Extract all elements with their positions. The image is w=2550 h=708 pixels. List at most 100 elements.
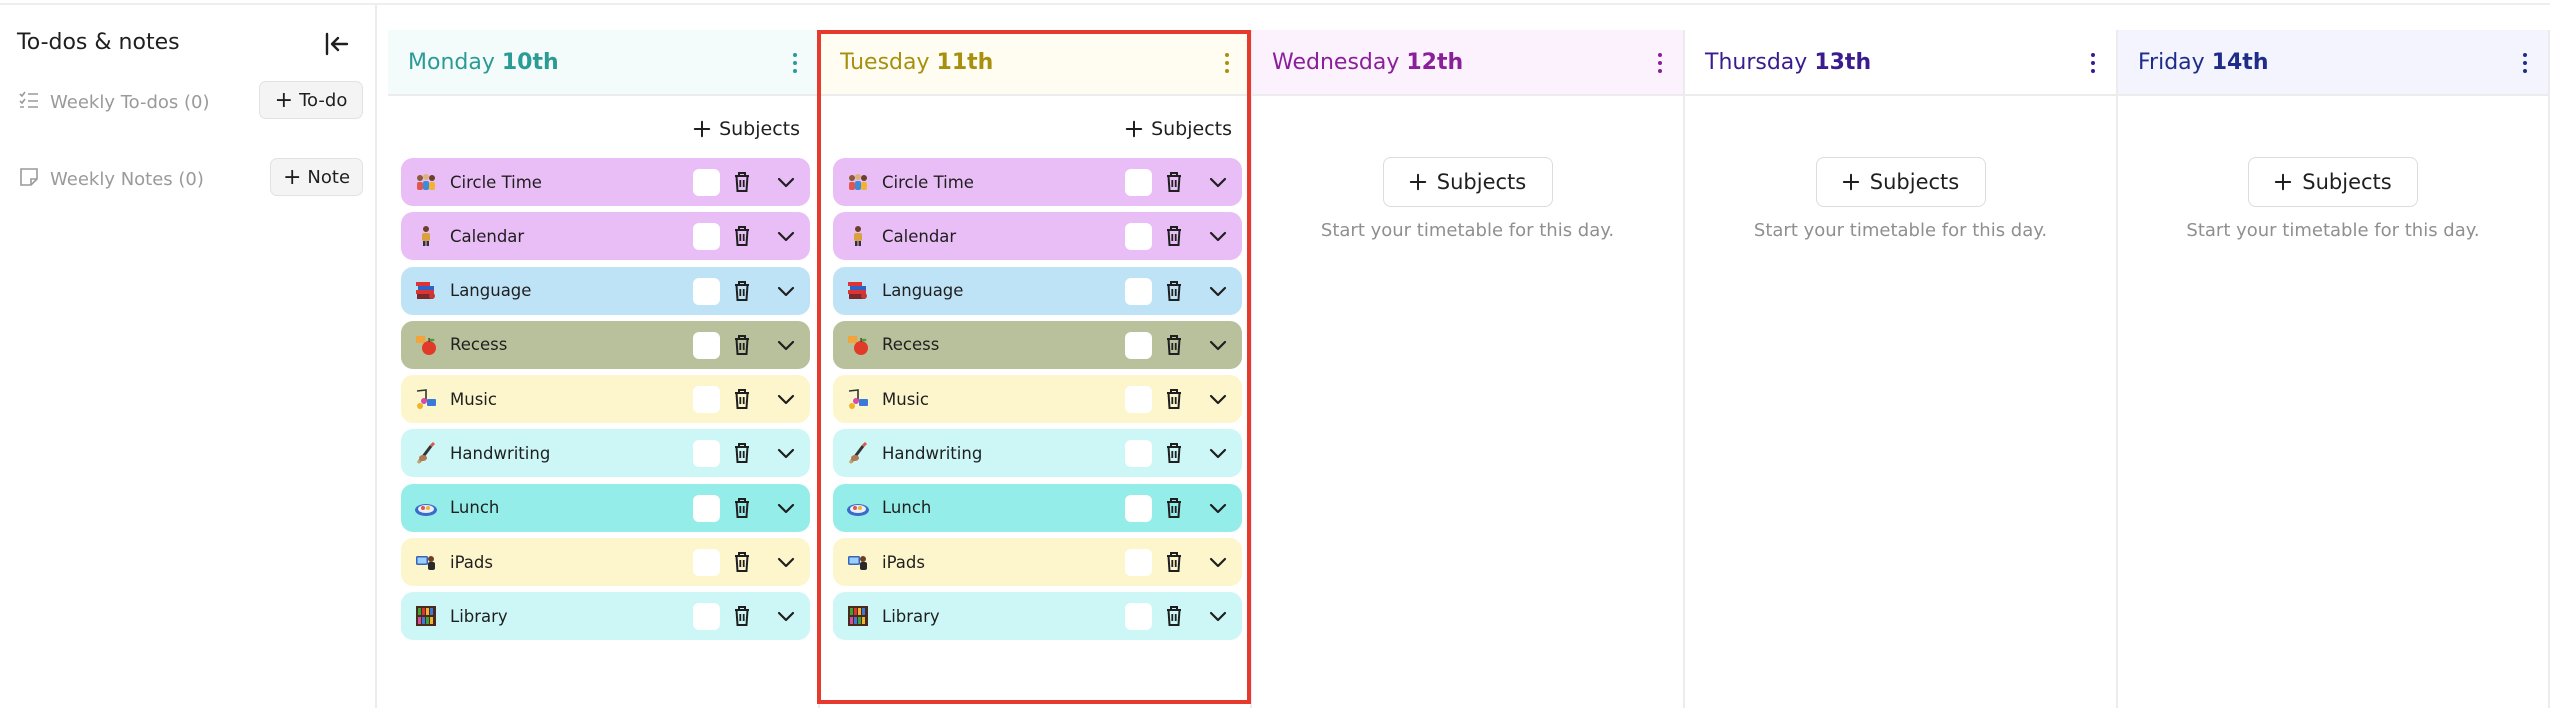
more-options-icon[interactable] [1218, 48, 1236, 78]
chevron-down-icon[interactable] [1207, 605, 1229, 627]
add-subjects-button[interactable]: Subjects [1815, 157, 1986, 207]
subject-row[interactable]: iPads [401, 538, 810, 587]
subject-row[interactable]: Library [401, 592, 810, 641]
subject-label: Library [450, 606, 508, 626]
music-instruments-icon [846, 387, 870, 411]
trash-icon[interactable] [731, 333, 753, 357]
subject-row[interactable]: Library [833, 592, 1242, 641]
add-subjects-label: Subjects [2302, 170, 2392, 194]
subject-checkbox[interactable] [1125, 169, 1152, 196]
day-header: Monday 10th [388, 30, 818, 96]
trash-icon[interactable] [731, 170, 753, 194]
chevron-down-icon[interactable] [1207, 171, 1229, 193]
chevron-down-icon[interactable] [775, 171, 797, 193]
subject-label: Music [450, 389, 497, 409]
add-note-button[interactable]: + Note [270, 158, 363, 196]
subject-row[interactable]: Calendar [833, 212, 1242, 261]
subject-checkbox[interactable] [1125, 277, 1152, 305]
trash-icon[interactable] [1163, 170, 1185, 194]
chevron-down-icon[interactable] [1207, 551, 1229, 573]
trash-icon[interactable] [731, 279, 753, 303]
more-options-icon[interactable] [1651, 48, 1669, 78]
subject-row[interactable]: Music [833, 375, 1242, 424]
chevron-down-icon[interactable] [775, 605, 797, 627]
add-subjects-button[interactable]: Subjects [1121, 112, 1236, 146]
chevron-down-icon[interactable] [1207, 334, 1229, 356]
subject-checkbox[interactable] [693, 386, 720, 414]
trash-icon[interactable] [1163, 441, 1185, 465]
subject-label: Recess [450, 335, 508, 355]
chevron-down-icon[interactable] [775, 225, 797, 247]
chevron-down-icon[interactable] [1207, 442, 1229, 464]
chevron-down-icon[interactable] [1207, 280, 1229, 302]
subject-checkbox[interactable] [693, 223, 720, 251]
subject-row[interactable]: Lunch [833, 483, 1242, 532]
subject-checkbox[interactable] [693, 549, 720, 577]
trash-icon[interactable] [731, 441, 753, 465]
subject-label: Circle Time [882, 172, 974, 192]
subject-checkbox[interactable] [693, 494, 720, 522]
chevron-down-icon[interactable] [775, 497, 797, 519]
add-subjects-button[interactable]: Subjects [2248, 157, 2418, 207]
subject-row[interactable]: iPads [833, 538, 1242, 587]
chevron-down-icon[interactable] [775, 280, 797, 302]
subject-checkbox[interactable] [693, 440, 720, 468]
trash-icon[interactable] [1163, 496, 1185, 520]
trash-icon[interactable] [1163, 279, 1185, 303]
add-subjects-button[interactable]: Subjects [1382, 157, 1553, 207]
chevron-down-icon[interactable] [775, 388, 797, 410]
subject-row[interactable]: Handwriting [401, 429, 810, 478]
subject-checkbox[interactable] [1125, 223, 1152, 251]
music-instruments-icon [414, 387, 438, 411]
subject-row[interactable]: Language [833, 266, 1242, 315]
apple-snack-icon [414, 333, 438, 357]
subject-checkbox[interactable] [693, 331, 720, 359]
subject-row[interactable]: Calendar [401, 212, 810, 261]
todos-notes-sidebar: To-dos & notes Weekly To-dos (0) + To-do… [0, 5, 377, 708]
checklist-icon [18, 89, 40, 116]
trash-icon[interactable] [1163, 550, 1185, 574]
chevron-down-icon[interactable] [775, 551, 797, 573]
more-options-icon[interactable] [2516, 48, 2534, 78]
subject-checkbox[interactable] [1125, 549, 1152, 577]
more-options-icon[interactable] [2084, 48, 2102, 78]
chevron-down-icon[interactable] [1207, 497, 1229, 519]
collapse-left-icon[interactable] [322, 29, 352, 59]
day-date: 11th [936, 49, 994, 75]
subject-row[interactable]: Circle Time [833, 158, 1242, 206]
weekly-notes-label: Weekly Notes (0) [50, 168, 204, 190]
subject-row[interactable]: Lunch [401, 483, 810, 532]
subject-checkbox[interactable] [1125, 440, 1152, 468]
subject-checkbox[interactable] [693, 603, 720, 631]
subject-checkbox[interactable] [1125, 603, 1152, 631]
subject-row[interactable]: Recess [833, 320, 1242, 369]
pencil-hand-icon [414, 441, 438, 465]
subject-row[interactable]: Handwriting [833, 429, 1242, 478]
trash-icon[interactable] [1163, 604, 1185, 628]
trash-icon[interactable] [731, 550, 753, 574]
chevron-down-icon[interactable] [775, 334, 797, 356]
trash-icon[interactable] [1163, 333, 1185, 357]
trash-icon[interactable] [1163, 224, 1185, 248]
subject-checkbox[interactable] [1125, 386, 1152, 414]
trash-icon[interactable] [731, 604, 753, 628]
top-border [0, 0, 2550, 5]
add-todo-button[interactable]: + To-do [259, 81, 363, 119]
subject-checkbox[interactable] [693, 169, 720, 196]
trash-icon[interactable] [731, 387, 753, 411]
subject-row[interactable]: Language [401, 266, 810, 315]
subject-row[interactable]: Circle Time [401, 158, 810, 206]
subject-row[interactable]: Recess [401, 320, 810, 369]
chevron-down-icon[interactable] [1207, 225, 1229, 247]
chevron-down-icon[interactable] [1207, 388, 1229, 410]
trash-icon[interactable] [731, 496, 753, 520]
subject-checkbox[interactable] [1125, 494, 1152, 522]
trash-icon[interactable] [731, 224, 753, 248]
subject-row[interactable]: Music [401, 375, 810, 424]
subject-checkbox[interactable] [693, 277, 720, 305]
add-subjects-button[interactable]: Subjects [689, 112, 804, 146]
trash-icon[interactable] [1163, 387, 1185, 411]
subject-checkbox[interactable] [1125, 331, 1152, 359]
more-options-icon[interactable] [786, 48, 804, 78]
chevron-down-icon[interactable] [775, 442, 797, 464]
